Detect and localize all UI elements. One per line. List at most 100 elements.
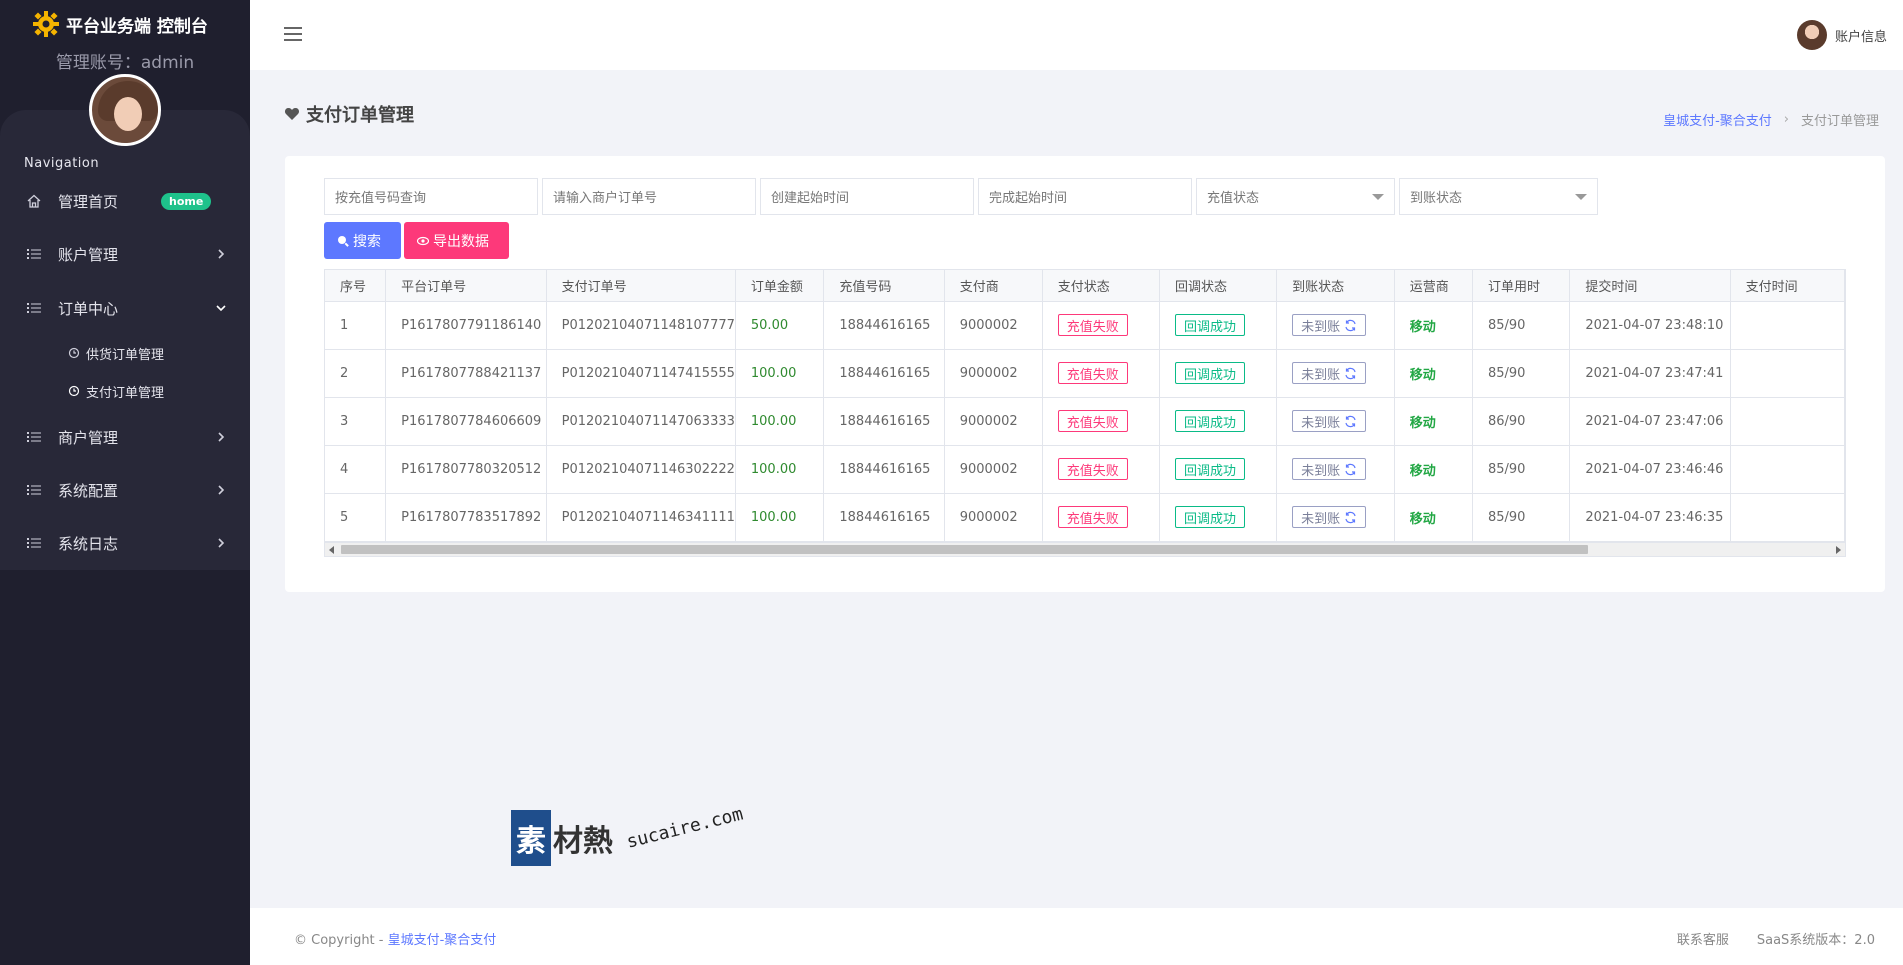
table-cell xyxy=(1730,397,1845,446)
copyright-link[interactable]: 皇城支付-聚合支付 xyxy=(388,933,497,948)
caret-down-icon xyxy=(1372,194,1384,200)
footer: © Copyright - 皇城支付-聚合支付 联系客服 SaaS系统版本：2.… xyxy=(250,908,1903,965)
caret-down-icon xyxy=(1575,194,1587,200)
sidebar-item-label: 商户管理 xyxy=(58,428,119,447)
status-text: 回调成功 xyxy=(1183,367,1236,383)
table-cell: 回调成功 xyxy=(1159,301,1278,350)
pay-status-badge[interactable]: 充值失败 xyxy=(1057,506,1128,528)
nav-panel: Navigation 管理首页 home 账户管理 订单中心 供货订单管理 支付… xyxy=(0,110,250,570)
watermark-text: 材熱 xyxy=(553,824,613,859)
table-cell: 4 xyxy=(325,445,387,494)
sidebar-item-home[interactable]: 管理首页 home xyxy=(0,181,250,221)
table-cell: 85/90 xyxy=(1472,445,1571,494)
sidebar-subitem-supply-orders[interactable]: 供货订单管理 xyxy=(68,340,164,366)
table-cell: 移动 xyxy=(1394,301,1473,350)
export-button[interactable]: 导出数据 xyxy=(404,222,509,259)
scrollbar-thumb[interactable] xyxy=(341,545,1588,554)
search-button[interactable]: 搜索 xyxy=(324,222,401,259)
table-row[interactable]: 2 P1617807788421137 P01202104071147415555 1… xyxy=(325,349,1845,398)
table-cell: P1617807791186140 xyxy=(385,301,547,350)
table-cell: 86/90 xyxy=(1472,397,1571,446)
admin-avatar xyxy=(89,74,161,146)
arrival-status-button[interactable]: 未到账 xyxy=(1292,410,1367,432)
table-cell: 未到账 xyxy=(1276,397,1395,446)
recharge-number-input[interactable]: 按充值号码查询 xyxy=(324,178,538,215)
create-time-input[interactable]: 创建起始时间 xyxy=(760,178,974,215)
column-header: 订单用时 xyxy=(1472,270,1571,302)
table-cell: P01202104071148107777 xyxy=(546,301,736,350)
refresh-icon xyxy=(1345,367,1356,379)
brand-row[interactable]: 平台业务端 控制台 xyxy=(32,10,208,38)
arrival-status-select[interactable]: 到账状态 xyxy=(1399,178,1598,215)
status-text: 回调成功 xyxy=(1183,511,1236,527)
arrival-status-button[interactable]: 未到账 xyxy=(1292,458,1367,480)
sidebar-item-config[interactable]: 系统配置 xyxy=(0,470,250,510)
table-cell: 9000002 xyxy=(944,445,1043,494)
pay-status-badge[interactable]: 充值失败 xyxy=(1057,314,1128,336)
merchant-order-input[interactable]: 请输入商户订单号 xyxy=(542,178,756,215)
table-cell: 2021-04-07 23:46:35 xyxy=(1569,493,1731,542)
scroll-right-icon[interactable] xyxy=(1836,546,1841,554)
orders-card: 按充值号码查询 请输入商户订单号 创建起始时间 完成起始时间 充值状态 到账状态… xyxy=(285,156,1885,592)
sidebar-item-logs[interactable]: 系统日志 xyxy=(0,523,250,563)
table-cell: 回调成功 xyxy=(1159,445,1278,494)
sidebar-subitem-payment-orders[interactable]: 支付订单管理 xyxy=(68,378,164,404)
list-icon xyxy=(27,249,41,259)
horizontal-scrollbar[interactable] xyxy=(325,542,1845,556)
table-cell: 未到账 xyxy=(1276,349,1395,398)
table-cell: 18844616165 xyxy=(823,349,945,398)
status-text: 未到账 xyxy=(1301,463,1341,479)
table-cell: 100.00 xyxy=(735,349,825,398)
column-header: 支付状态 xyxy=(1042,270,1160,302)
table-cell: 18844616165 xyxy=(823,493,945,542)
pay-status-badge[interactable]: 充值失败 xyxy=(1057,410,1128,432)
table-cell: 回调成功 xyxy=(1159,349,1278,398)
watermark-logo: 素 材熱 sucaire.com xyxy=(511,803,761,878)
user-info[interactable]: 账户信息 xyxy=(1796,20,1887,50)
table-cell: 移动 xyxy=(1394,445,1473,494)
sidebar-item-label: 管理首页 xyxy=(58,192,119,211)
list-icon xyxy=(27,303,41,313)
finish-time-input[interactable]: 完成起始时间 xyxy=(978,178,1192,215)
table-row[interactable]: 3 P1617807784606609 P01202104071147063333 1… xyxy=(325,397,1845,446)
table-cell: 充值失败 xyxy=(1042,493,1160,542)
table-row[interactable]: 1 P1617807791186140 P01202104071148107777 5… xyxy=(325,301,1845,350)
chevron-right-icon xyxy=(218,485,225,495)
pay-status-badge[interactable]: 充值失败 xyxy=(1057,458,1128,480)
sidebar-item-merchants[interactable]: 商户管理 xyxy=(0,417,250,457)
sidebar-item-accounts[interactable]: 账户管理 xyxy=(0,234,250,274)
table-cell: P01202104071146302222 xyxy=(546,445,736,494)
contact-support-link[interactable]: 联系客服 xyxy=(1677,929,1729,948)
table-cell: P1617807783517892 xyxy=(385,493,547,542)
pay-status-badge[interactable]: 充值失败 xyxy=(1057,362,1128,384)
chevron-right-icon xyxy=(218,538,225,548)
recharge-status-select[interactable]: 充值状态 xyxy=(1196,178,1395,215)
arrival-status-button[interactable]: 未到账 xyxy=(1292,314,1367,336)
callback-status-badge: 回调成功 xyxy=(1174,458,1245,480)
column-header: 订单金额 xyxy=(735,270,825,302)
arrival-status-button[interactable]: 未到账 xyxy=(1292,362,1367,384)
menu-toggle-icon[interactable] xyxy=(284,27,302,41)
arrival-status-button[interactable]: 未到账 xyxy=(1292,506,1367,528)
table-cell: P1617807784606609 xyxy=(385,397,547,446)
refresh-icon xyxy=(1345,463,1356,475)
table-cell: 5 xyxy=(325,493,387,542)
scroll-left-icon[interactable] xyxy=(329,546,334,554)
table-cell: 18844616165 xyxy=(823,301,945,350)
status-text: 充值失败 xyxy=(1066,511,1119,527)
status-text: 充值失败 xyxy=(1066,463,1119,479)
table-cell: 1 xyxy=(325,301,387,350)
recharge-status-label: 充值状态 xyxy=(1207,191,1260,206)
column-header: 序号 xyxy=(325,270,387,302)
callback-status-badge: 回调成功 xyxy=(1174,362,1245,384)
chevron-right-icon xyxy=(218,249,225,259)
table-cell: 未到账 xyxy=(1276,301,1395,350)
table-row[interactable]: 5 P1617807783517892 P01202104071146341111 1… xyxy=(325,493,1845,542)
copyright: © Copyright - 皇城支付-聚合支付 xyxy=(294,929,496,948)
table-row[interactable]: 4 P1617807780320512 P01202104071146302222 1… xyxy=(325,445,1845,494)
table-cell: 18844616165 xyxy=(823,445,945,494)
copyright-prefix: © Copyright - xyxy=(294,933,388,948)
sidebar-item-label: 订单中心 xyxy=(58,299,119,318)
sidebar-item-orders[interactable]: 订单中心 xyxy=(0,288,250,328)
breadcrumb-root[interactable]: 皇城支付-聚合支付 xyxy=(1663,110,1772,129)
